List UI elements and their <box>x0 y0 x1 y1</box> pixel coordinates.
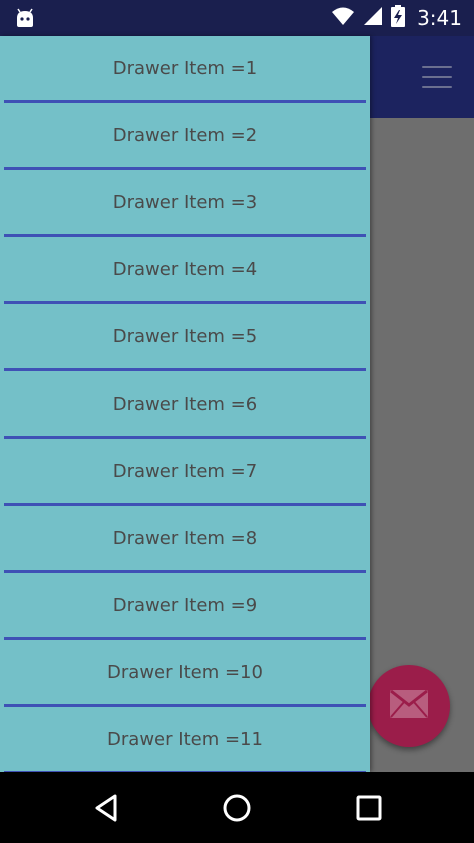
drawer-item-label: Drawer Item =1 <box>112 58 258 80</box>
drawer-item-label: Drawer Item =4 <box>112 259 258 281</box>
drawer-item-label: Drawer Item =2 <box>112 125 258 147</box>
status-icons: 3:41 <box>331 0 462 36</box>
drawer-item-label: Drawer Item =8 <box>112 527 258 549</box>
mail-fab-button[interactable] <box>368 665 450 747</box>
drawer-item-label: Drawer Item =5 <box>112 326 258 348</box>
drawer-item-1[interactable]: Drawer Item =1 <box>0 36 370 104</box>
status-time: 3:41 <box>417 6 462 30</box>
status-bar: 3:41 <box>0 0 474 36</box>
system-nav-bar <box>0 772 474 843</box>
drawer-item-label: Drawer Item =10 <box>107 661 263 683</box>
android-icon <box>14 7 36 29</box>
drawer-item-3[interactable]: Drawer Item =3 <box>0 170 370 238</box>
drawer-item-11[interactable]: Drawer Item =11 <box>0 707 370 772</box>
drawer-item-10[interactable]: Drawer Item =10 <box>0 640 370 707</box>
drawer-item-6[interactable]: Drawer Item =6 <box>0 371 370 439</box>
home-icon[interactable] <box>219 790 255 826</box>
drawer-item-4[interactable]: Drawer Item =4 <box>0 237 370 305</box>
signal-icon <box>363 6 383 30</box>
drawer-item-5[interactable]: Drawer Item =5 <box>0 304 370 372</box>
back-icon[interactable] <box>88 790 124 826</box>
recents-icon[interactable] <box>351 790 387 826</box>
drawer-item-9[interactable]: Drawer Item =9 <box>0 573 370 640</box>
drawer-item-label: Drawer Item =9 <box>112 594 258 616</box>
drawer-item-label: Drawer Item =11 <box>107 728 263 750</box>
drawer-item-7[interactable]: Drawer Item =7 <box>0 439 370 506</box>
drawer-item-label: Drawer Item =7 <box>112 460 258 482</box>
drawer-item-label: Drawer Item =3 <box>112 192 258 214</box>
battery-charging-icon <box>391 5 406 31</box>
drawer-item-8[interactable]: Drawer Item =8 <box>0 506 370 573</box>
wifi-icon <box>331 6 355 30</box>
mail-icon <box>390 689 428 722</box>
navigation-drawer: Drawer Item =1 Drawer Item =2 Drawer Ite… <box>0 36 370 772</box>
drawer-item-2[interactable]: Drawer Item =2 <box>0 103 370 171</box>
drawer-item-label: Drawer Item =6 <box>112 393 258 415</box>
hamburger-menu-icon[interactable] <box>422 66 452 88</box>
phone-screen: 3:41 Drawer Item =1 Drawer Item =2 Drawe… <box>0 0 474 843</box>
